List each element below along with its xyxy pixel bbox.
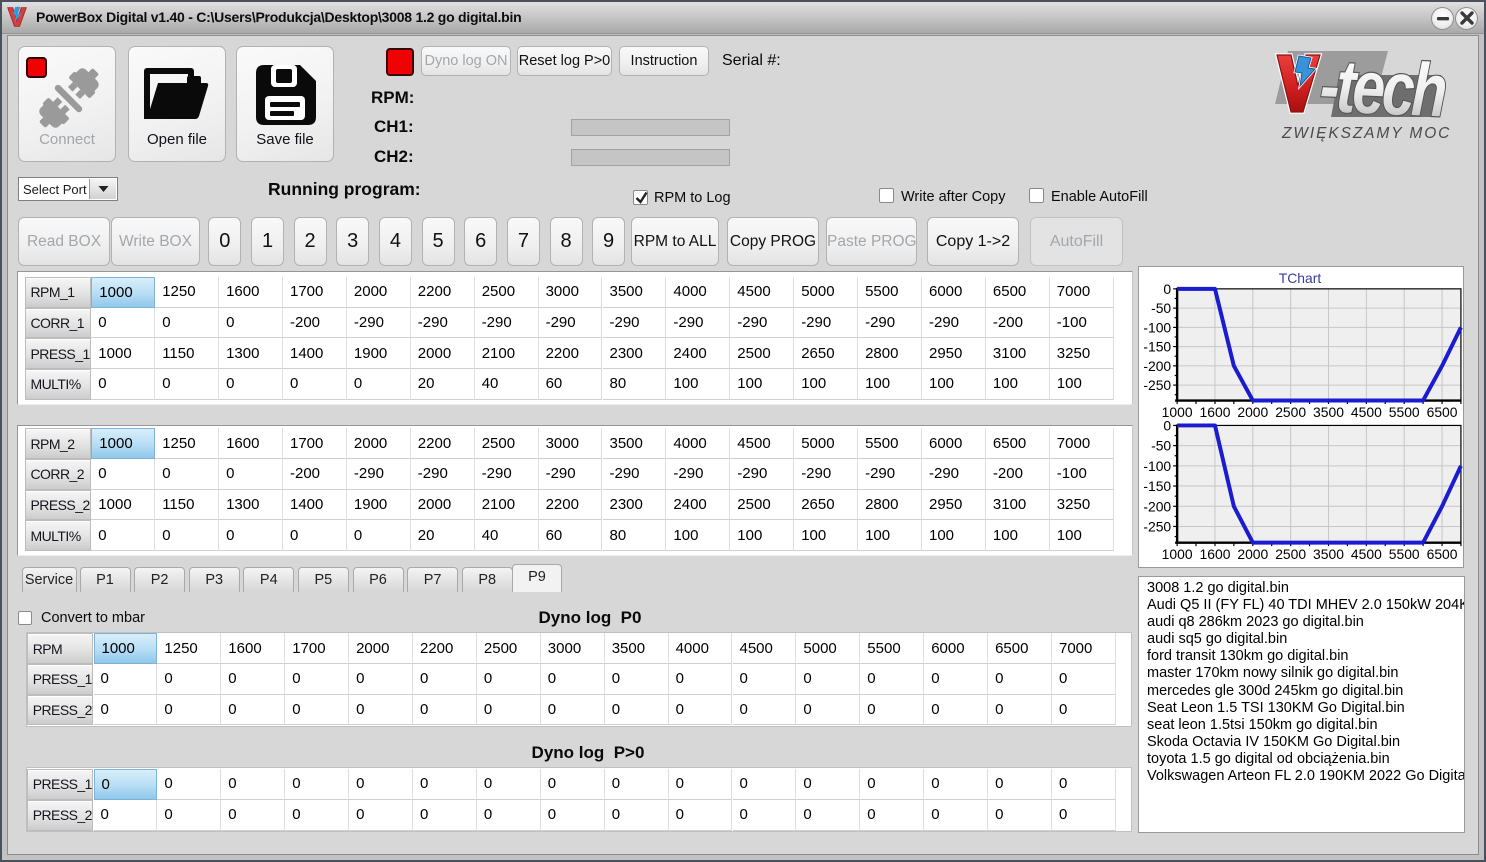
svg-text:3500: 3500 xyxy=(1313,546,1344,562)
svg-text:ZWIĘKSZAMY MOC: ZWIĘKSZAMY MOC xyxy=(1281,125,1451,142)
svg-text:-150: -150 xyxy=(1143,339,1171,355)
svg-text:-250: -250 xyxy=(1143,518,1171,534)
svg-text:4500: 4500 xyxy=(1351,404,1382,420)
svg-text:0: 0 xyxy=(1163,417,1171,433)
svg-text:2000: 2000 xyxy=(1237,404,1268,420)
svg-text:-200: -200 xyxy=(1143,358,1171,374)
svg-text:6500: 6500 xyxy=(1427,404,1458,420)
svg-text:1600: 1600 xyxy=(1200,546,1231,562)
svg-text:-50: -50 xyxy=(1151,438,1171,454)
svg-text:-100: -100 xyxy=(1143,319,1171,335)
svg-text:-200: -200 xyxy=(1143,498,1171,514)
svg-text:-50: -50 xyxy=(1151,300,1171,316)
svg-text:1000: 1000 xyxy=(1162,546,1193,562)
svg-text:TChart: TChart xyxy=(1279,270,1322,286)
svg-text:-150: -150 xyxy=(1143,478,1171,494)
svg-text:0: 0 xyxy=(1163,281,1171,297)
svg-text:5500: 5500 xyxy=(1389,404,1420,420)
svg-text:4500: 4500 xyxy=(1351,546,1382,562)
svg-text:1600: 1600 xyxy=(1200,404,1231,420)
svg-text:-250: -250 xyxy=(1143,377,1171,393)
svg-text:5500: 5500 xyxy=(1389,546,1420,562)
svg-text:6500: 6500 xyxy=(1427,546,1458,562)
svg-text:-100: -100 xyxy=(1143,458,1171,474)
svg-text:2000: 2000 xyxy=(1237,546,1268,562)
svg-text:2500: 2500 xyxy=(1275,404,1306,420)
svg-text:-tech: -tech xyxy=(1318,44,1447,133)
svg-text:3500: 3500 xyxy=(1313,404,1344,420)
svg-text:2500: 2500 xyxy=(1275,546,1306,562)
